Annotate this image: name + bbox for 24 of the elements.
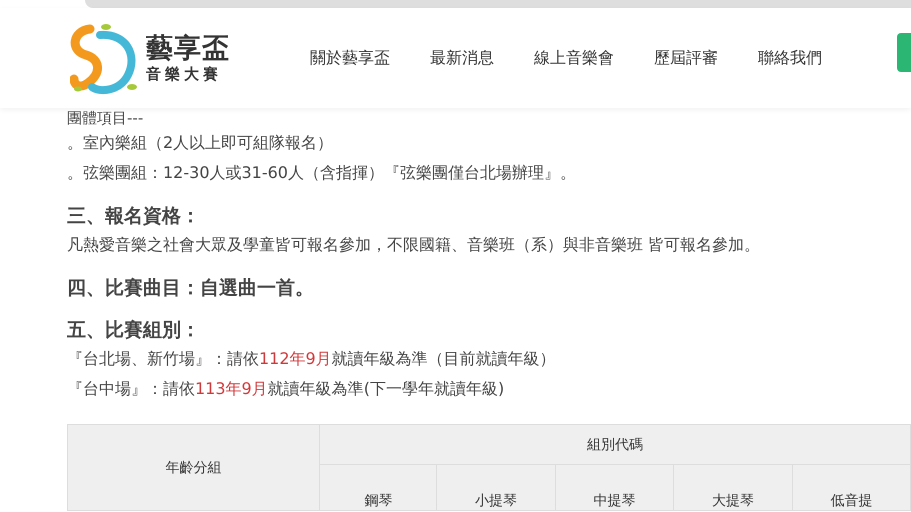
section-heading: 五、比賽組別： <box>67 318 201 343</box>
section-heading: 三、報名資格： <box>67 204 201 229</box>
nav-link[interactable]: 關於藝享盃 <box>310 48 390 68</box>
logo-subtitle: 音樂大賽 <box>146 64 223 84</box>
body-text: 。室內樂組（2人以上即可組隊報名） <box>67 132 334 154</box>
body-text: 團體項目--- <box>67 108 144 128</box>
table-header-cell: 鋼琴 <box>320 464 437 510</box>
logo-title: 藝享盃 <box>146 32 230 64</box>
table-header-cell: 小提琴 <box>436 464 556 510</box>
body-text: 。弦樂團組：12-30人或31-60人（含指揮）『弦樂團僅台北場辦理』。 <box>67 162 577 184</box>
body-text: 『台中場』：請依113年9月 就讀年級為準(下一學年就讀年級) <box>67 378 506 400</box>
nav-link[interactable]: 聯絡我們 <box>758 48 822 68</box>
nav-link[interactable]: 歷屆評審 <box>654 48 718 68</box>
table-header-cell: 低音提 <box>792 464 910 510</box>
body-text: 凡熱愛音樂之社會大眾及學童皆可報名參加，不限國籍、音樂班（系）與非音樂班 皆可報名參加。 <box>67 234 762 256</box>
table-header-cell: 大提琴 <box>674 464 792 510</box>
nav-link[interactable]: 最新消息 <box>430 48 494 68</box>
table-header-cell: 年齡分組 <box>68 424 320 510</box>
table-header-cell: 組別代碼 <box>320 424 910 464</box>
logo-icon <box>70 21 140 95</box>
table-header-cell: 中提琴 <box>555 464 674 510</box>
body-text: 『台北場、新竹場』：請依112年9月 就讀年級為準（目前就讀年級） <box>67 348 557 370</box>
section-heading: 四、比賽曲目：自選曲一首。 <box>67 276 315 301</box>
nav-link[interactable]: 線上音樂會 <box>534 48 614 68</box>
